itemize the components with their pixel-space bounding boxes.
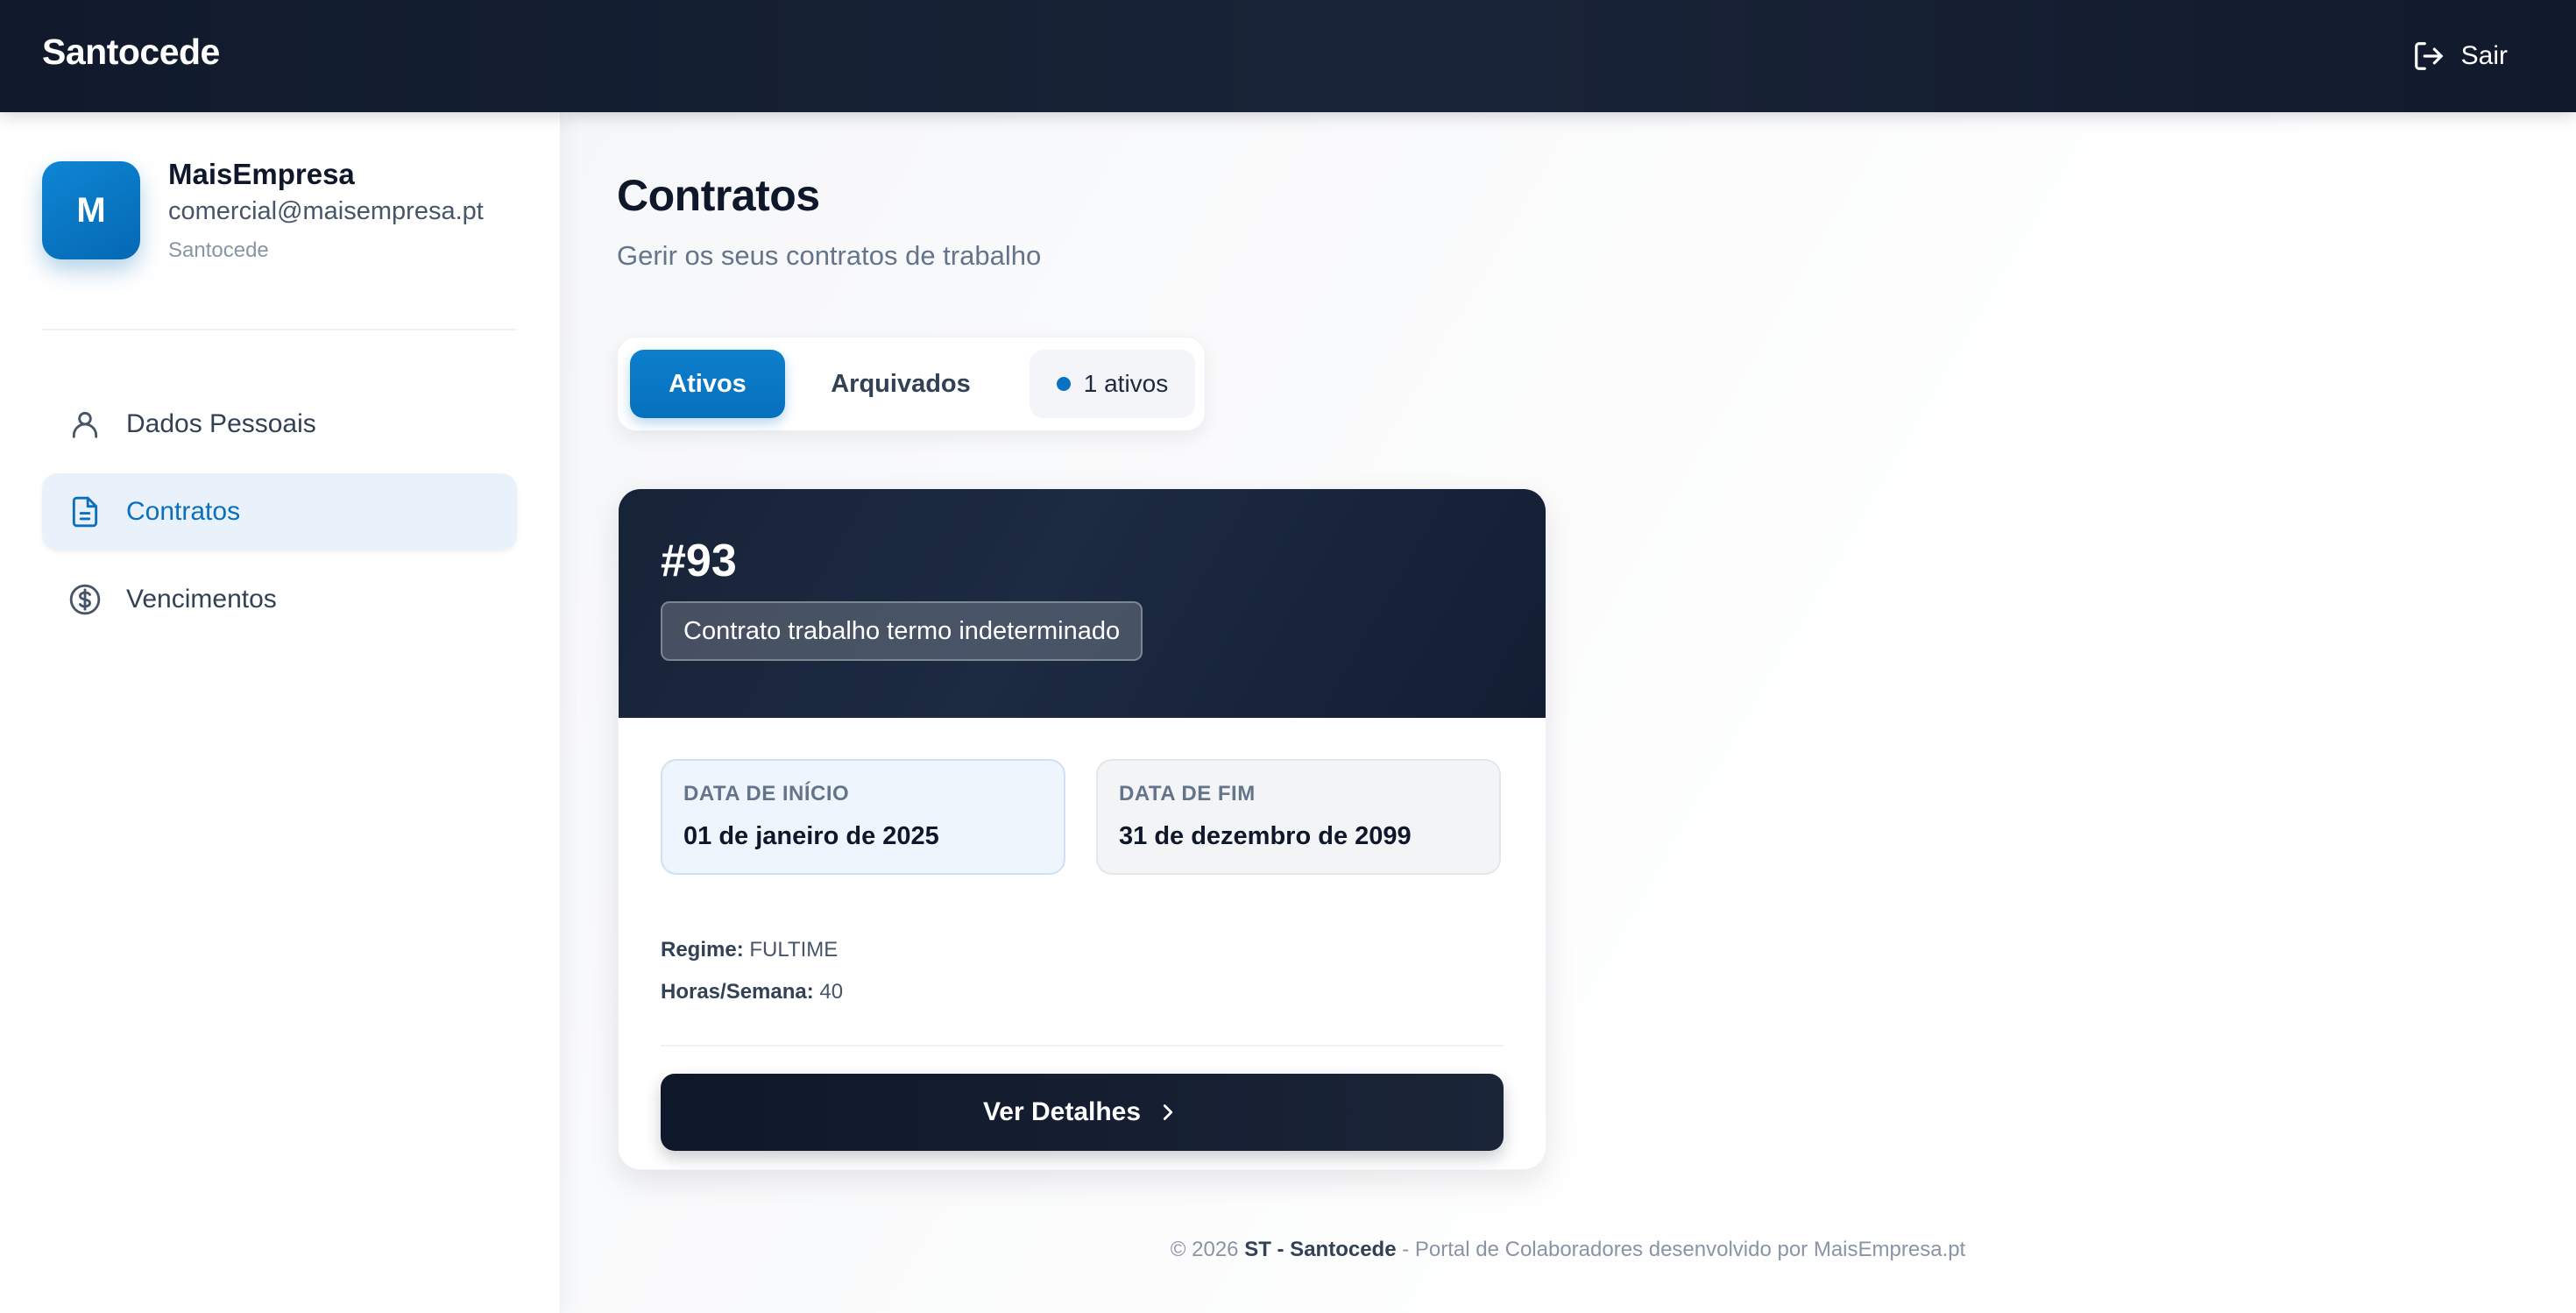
document-icon xyxy=(72,496,98,528)
hours-label: Horas/Semana: xyxy=(661,980,814,1004)
regime-info: Regime: FULTIME xyxy=(661,938,838,962)
sidebar-item-label: Dados Pessoais xyxy=(126,409,316,438)
page-title: Contratos xyxy=(617,171,820,220)
tab-arquivados[interactable]: Arquivados xyxy=(804,350,997,418)
status-dot-icon xyxy=(1056,377,1071,391)
logout-button[interactable]: Sair xyxy=(2412,35,2508,77)
end-date-box: DATA DE FIM 31 de dezembro de 2099 xyxy=(1096,759,1501,875)
sidebar: M MaisEmpresa comercial@maisempresa.pt S… xyxy=(0,112,561,1313)
view-details-label: Ver Detalhes xyxy=(982,1097,1142,1126)
dollar-circle-icon xyxy=(69,584,101,615)
footer-suffix: - Portal de Colaboradores desenvolvido p… xyxy=(1396,1238,1966,1261)
hours-info: Horas/Semana: 40 xyxy=(661,980,843,1004)
contract-card-header: #93 Contrato trabalho termo indeterminad… xyxy=(619,489,1546,718)
sidebar-item-label: Contratos xyxy=(126,497,241,526)
active-count-label: 1 ativos xyxy=(1083,370,1169,397)
footer-company: ST - Santocede xyxy=(1244,1238,1397,1261)
sidebar-item-dados-pessoais[interactable]: Dados Pessoais xyxy=(42,386,517,463)
sidebar-item-label: Vencimentos xyxy=(126,585,277,614)
user-email: comercial@maisempresa.pt xyxy=(168,197,484,225)
end-date-label: DATA DE FIM xyxy=(1119,782,1256,806)
chevron-right-icon xyxy=(1163,1104,1173,1120)
regime-value: FULTIME xyxy=(749,938,839,962)
avatar: M xyxy=(42,161,140,259)
tab-ativos[interactable]: Ativos xyxy=(630,350,785,418)
logout-label: Sair xyxy=(2460,41,2508,70)
top-bar: Santocede Sair xyxy=(0,0,2576,112)
user-name: MaisEmpresa xyxy=(168,158,355,190)
card-divider xyxy=(661,1045,1504,1047)
end-date-value: 31 de dezembro de 2099 xyxy=(1119,822,1412,850)
brand-logo[interactable]: Santocede xyxy=(42,32,220,73)
start-date-label: DATA DE INÍCIO xyxy=(683,782,850,806)
start-date-box: DATA DE INÍCIO 01 de janeiro de 2025 xyxy=(661,759,1065,875)
sidebar-item-vencimentos[interactable]: Vencimentos xyxy=(42,561,517,638)
contract-tabs: Ativos Arquivados 1 ativos xyxy=(617,337,1206,431)
sidebar-divider xyxy=(42,329,517,330)
start-date-value: 01 de janeiro de 2025 xyxy=(683,822,939,850)
user-icon xyxy=(72,411,98,438)
view-details-button[interactable]: Ver Detalhes xyxy=(661,1074,1504,1151)
footer: © 2026 ST - Santocede - Portal de Colabo… xyxy=(560,1238,2576,1262)
contract-card: #93 Contrato trabalho termo indeterminad… xyxy=(618,488,1546,1170)
user-organization: Santocede xyxy=(168,238,269,262)
logout-icon xyxy=(2414,42,2443,70)
page-subtitle: Gerir os seus contratos de trabalho xyxy=(617,240,1042,271)
contract-type-badge: Contrato trabalho termo indeterminado xyxy=(661,601,1143,661)
regime-label: Regime: xyxy=(661,938,744,962)
contract-id: #93 xyxy=(661,536,737,586)
footer-prefix: © 2026 xyxy=(1170,1238,1245,1261)
sidebar-item-contratos[interactable]: Contratos xyxy=(42,473,517,550)
hours-value: 40 xyxy=(819,980,844,1004)
main-content: Contratos Gerir os seus contratos de tra… xyxy=(560,112,2576,1313)
active-count-badge: 1 ativos xyxy=(1030,350,1195,418)
